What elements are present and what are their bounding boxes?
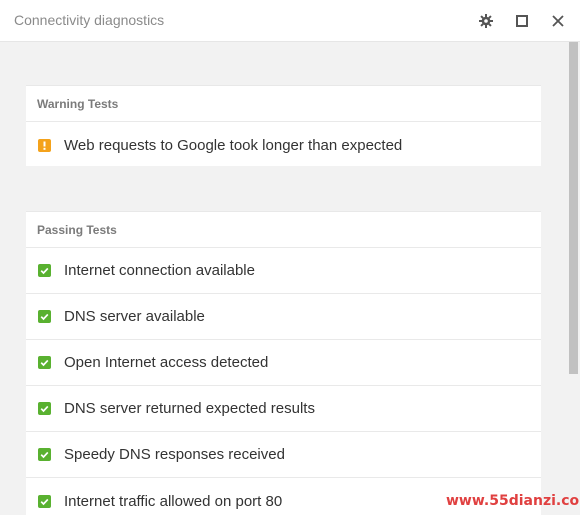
passing-tests-header: Passing Tests <box>26 212 541 248</box>
test-label: Open Internet access detected <box>64 354 269 371</box>
test-row-pass: Internet connection available <box>26 248 541 294</box>
test-label: DNS server returned expected results <box>64 400 315 417</box>
maximize-icon <box>516 15 528 27</box>
window-title: Connectivity diagnostics <box>14 12 165 28</box>
test-row-pass: Open Internet access detected <box>26 340 541 386</box>
check-icon <box>38 494 51 508</box>
warning-tests-header: Warning Tests <box>26 86 541 122</box>
diagnostics-content: Warning Tests Web requests to Google too… <box>0 42 567 515</box>
gear-icon <box>479 14 493 28</box>
test-label: DNS server available <box>64 308 205 325</box>
maximize-button[interactable] <box>511 10 533 32</box>
test-row-pass: DNS server returned expected results <box>26 386 541 432</box>
test-row-warning: Web requests to Google took longer than … <box>26 122 541 168</box>
close-button[interactable] <box>547 10 569 32</box>
watermark: www.55dianzi.com <box>446 493 580 509</box>
check-icon <box>38 402 51 415</box>
warning-icon <box>38 138 51 152</box>
close-icon <box>552 15 564 27</box>
test-label: Speedy DNS responses received <box>64 446 285 463</box>
test-label: Web requests to Google took longer than … <box>64 136 403 154</box>
test-row-pass: DNS server available <box>26 294 541 340</box>
check-icon <box>38 310 51 323</box>
vertical-scrollbar[interactable] <box>567 42 580 515</box>
passing-tests-card: Passing Tests Internet connection availa… <box>26 211 541 515</box>
check-icon <box>38 264 51 277</box>
test-label: Internet traffic allowed on port 80 <box>64 492 283 510</box>
check-icon <box>38 448 51 461</box>
title-bar: Connectivity diagnostics <box>0 0 580 42</box>
check-icon <box>38 356 51 369</box>
settings-button[interactable] <box>475 10 497 32</box>
scrollbar-thumb[interactable] <box>569 42 578 374</box>
test-row-pass: Speedy DNS responses received <box>26 432 541 478</box>
warning-tests-card: Warning Tests Web requests to Google too… <box>26 85 541 166</box>
test-label: Internet connection available <box>64 262 255 279</box>
